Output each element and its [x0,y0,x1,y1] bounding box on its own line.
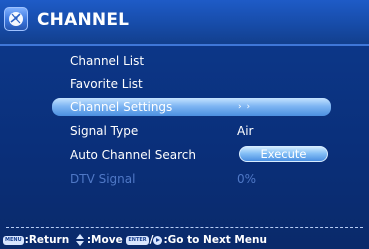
move-hint: :Move [86,234,123,246]
execute-button[interactable]: Execute [239,146,328,162]
menu-key-icon: MENU [3,235,24,245]
menu-item-label: Channel Settings [70,100,173,114]
submenu-arrow-icon: › › [238,102,252,112]
signal-type-value: Air [237,124,254,138]
page-title: CHANNEL [37,10,130,30]
menu-item-label: Auto Channel Search [70,148,196,162]
menu-item-auto-channel-search[interactable]: Auto Channel Search Execute [52,146,342,164]
menu-item-channel-settings[interactable]: Channel Settings › › [52,98,331,116]
enter-key-icon: ENTER [126,235,149,245]
menu-item-label: Signal Type [70,124,139,138]
menu-item-dtv-signal: DTV Signal 0% [52,170,342,188]
menu-item-label: Favorite List [70,77,143,91]
menu-header: CHANNEL [0,0,369,44]
satellite-dish-icon [4,7,28,31]
dtv-signal-value: 0% [237,172,257,186]
menu-item-signal-type[interactable]: Signal Type Air [52,122,342,140]
menu-item-label: DTV Signal [70,172,136,186]
tv-osd-panel: CHANNEL Channel List Favorite List Chann… [0,0,369,249]
menu-item-channel-list[interactable]: Channel List [52,52,342,70]
menu-item-favorite-list[interactable]: Favorite List [52,75,342,93]
next-menu-hint: :Go to Next Menu [163,234,267,246]
header-divider [0,44,369,46]
up-down-arrows-icon [76,234,85,246]
menu-item-label: Channel List [70,54,145,68]
footer-divider [6,227,363,228]
return-hint: :Return [24,234,70,246]
footer-help: MENU:Return :Move ENTER /:Go to Next Menu [3,234,267,248]
right-arrow-key-icon [153,235,163,245]
